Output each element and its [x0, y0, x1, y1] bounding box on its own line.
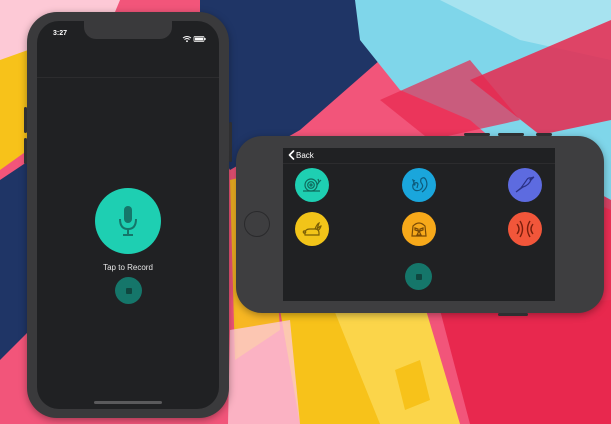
- portrait-screen: 3:27 Tap to Record: [37, 21, 219, 409]
- notch: [84, 21, 172, 39]
- bird-icon: [515, 176, 535, 193]
- snail-icon: [303, 178, 322, 192]
- back-label: Back: [296, 150, 314, 160]
- navigation-bar: Back: [283, 148, 555, 164]
- record-button[interactable]: [95, 188, 161, 254]
- home-button[interactable]: [244, 211, 270, 237]
- volume-down-button: [498, 133, 524, 136]
- stop-button[interactable]: [405, 263, 432, 290]
- power-button: [229, 122, 232, 162]
- power-button: [498, 313, 528, 316]
- stop-icon: [125, 287, 132, 294]
- volume-up-button: [464, 133, 490, 136]
- echo-sound-button[interactable]: [508, 212, 542, 246]
- landscape-screen: Back: [283, 148, 555, 301]
- status-time: 3:27: [53, 30, 68, 37]
- echo-icon: [516, 220, 534, 238]
- stop-icon: [415, 273, 422, 280]
- volume-up-button: [24, 107, 27, 133]
- chevron-left-icon: [288, 150, 295, 160]
- status-icons: [181, 30, 207, 43]
- wifi-icon: [182, 36, 192, 43]
- record-label: Tap to Record: [103, 263, 153, 272]
- landscape-phone-frame: Back: [236, 133, 604, 316]
- back-button[interactable]: Back: [288, 150, 314, 160]
- vader-icon: [411, 222, 427, 237]
- mute-switch: [536, 133, 552, 136]
- navigation-bar: [37, 59, 219, 78]
- snail-sound-button[interactable]: [295, 168, 329, 202]
- battery-icon: [193, 36, 206, 42]
- rabbit-icon: [302, 221, 322, 236]
- bird-sound-button[interactable]: [508, 168, 542, 202]
- home-indicator: [94, 401, 162, 404]
- volume-down-button: [24, 138, 27, 164]
- squirrel-icon: [411, 177, 428, 193]
- rabbit-sound-button[interactable]: [295, 212, 329, 246]
- stop-button[interactable]: [115, 277, 142, 304]
- microphone-icon: [119, 206, 137, 236]
- squirrel-sound-button[interactable]: [402, 168, 436, 202]
- vader-sound-button[interactable]: [402, 212, 436, 246]
- portrait-phone-frame: 3:27 Tap to Record: [24, 12, 232, 418]
